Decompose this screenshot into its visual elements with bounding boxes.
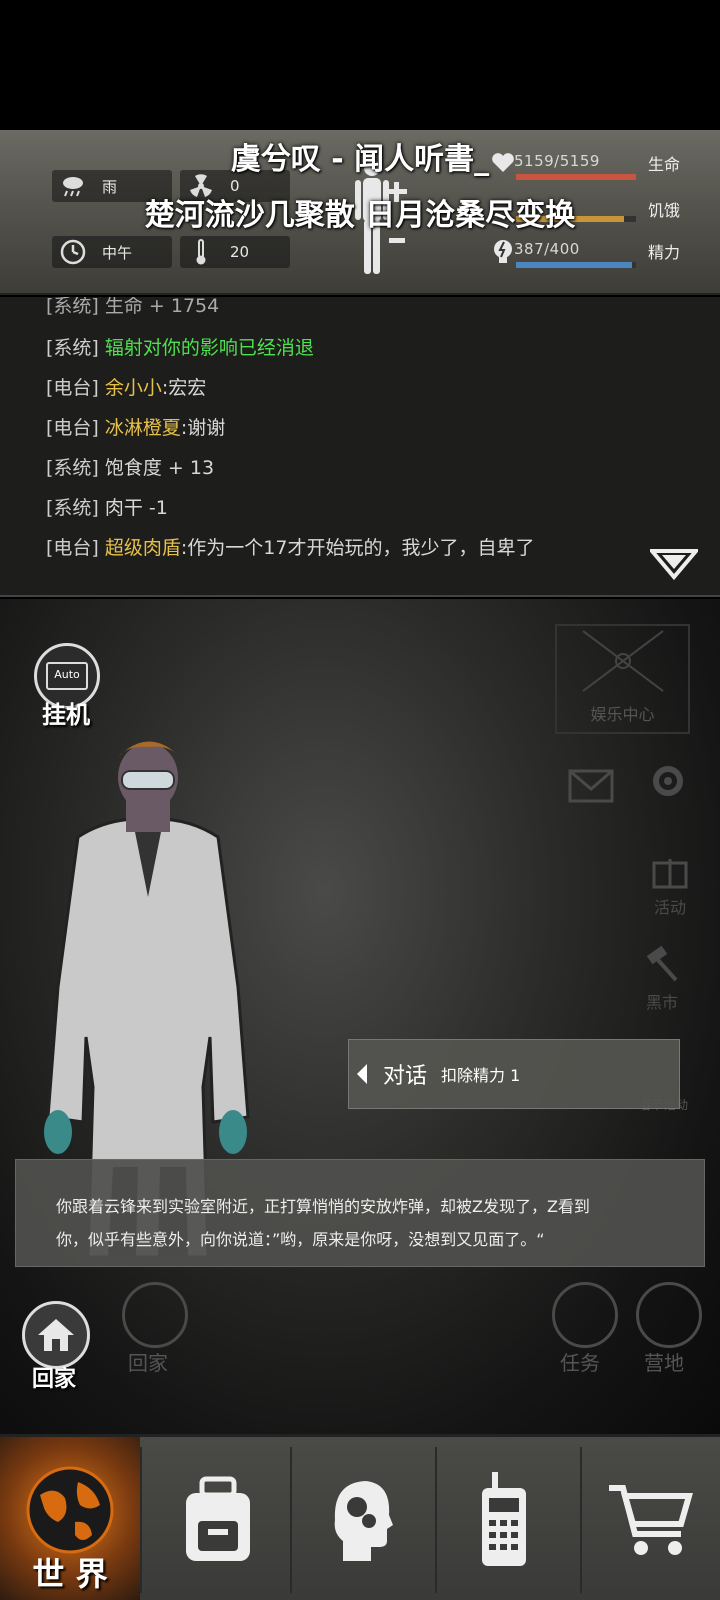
- nav-radio-tab[interactable]: [432, 1437, 576, 1600]
- log-message: 饱食度 + 13: [104, 457, 215, 479]
- black-market-label: 黑市: [645, 993, 678, 1012]
- gift-icon: [652, 859, 688, 889]
- log-line-partial: [系统] 生命 + 1754: [46, 297, 220, 317]
- heart-icon: [492, 153, 514, 172]
- health-text: 5159/5159: [514, 152, 600, 170]
- energy-label: 精力: [648, 243, 681, 262]
- mail-icon[interactable]: [568, 769, 614, 803]
- dialog-option-label: 对话: [383, 1064, 428, 1089]
- nav-world-tab[interactable]: 世 界: [0, 1437, 140, 1600]
- camp-button[interactable]: [636, 1282, 702, 1348]
- log-message: :作为一个17才开始玩的，我少了，自卑了: [180, 537, 535, 559]
- entertainment-label: 娱乐中心: [590, 705, 655, 724]
- log-tag: [系统]: [46, 457, 99, 479]
- camp-label: 营地: [644, 1351, 684, 1375]
- rain-cloud-icon: [58, 171, 88, 201]
- energy-bar: 387/400 精力: [490, 236, 720, 268]
- temperature-stat: 20: [180, 236, 290, 268]
- log-message: :宏宏: [161, 377, 207, 399]
- log-tag: [电台]: [46, 417, 99, 439]
- log-tag: [系统]: [46, 497, 99, 519]
- log-line: [电台] 冰淋橙夏:谢谢: [46, 413, 225, 440]
- entertainment-center-button[interactable]: 娱乐中心: [555, 624, 690, 734]
- message-log[interactable]: [系统] 生命 + 1754 [系统] 辐射对你的影响已经消退 [电台] 余小小:…: [0, 297, 720, 597]
- log-tag: [电台]: [46, 537, 99, 559]
- health-label: 生命: [648, 155, 681, 174]
- bottom-navigation: 世 界: [0, 1434, 720, 1600]
- hunger-bar: 饥饿: [490, 194, 720, 226]
- log-sender-name[interactable]: 余小小: [105, 377, 162, 399]
- radiation-icon: [186, 171, 216, 201]
- nav-backpack-tab[interactable]: [146, 1437, 290, 1600]
- hammer-icon: [646, 945, 678, 982]
- shop-cart-icon: [609, 1485, 693, 1555]
- energy-text: 387/400: [514, 240, 580, 258]
- home-ghost-label: 回家: [128, 1351, 168, 1375]
- hunger-label: 饥饿: [648, 201, 681, 220]
- auto-label: Auto: [46, 662, 88, 690]
- log-tag: [系统]: [46, 337, 99, 359]
- go-home-button[interactable]: [22, 1301, 90, 1369]
- activity-button[interactable]: 活动: [640, 849, 700, 918]
- story-line-2: 你，似乎有些意外，向你说道：”哟，原来是你呀，没想到又见面了。“: [56, 1230, 545, 1249]
- health-fill: [516, 174, 636, 180]
- house-icon: [38, 1319, 74, 1351]
- time-stat: 中午: [52, 236, 172, 268]
- temperature-value: 20: [230, 243, 250, 261]
- idle-label: 挂机: [42, 701, 90, 729]
- log-line: [系统] 饱食度 + 13: [46, 453, 214, 480]
- status-panel: 雨 0 中午 20 5159/5159 生命 饥饿 387/400 精力 虞兮叹…: [0, 130, 720, 295]
- dialog-option-talk[interactable]: 对话 扣除精力 1: [348, 1039, 680, 1109]
- story-line-1: 你跟着云锋来到实验室附近，正打算悄悄的安放炸弹，却被Z发现了，Z看到: [56, 1197, 590, 1216]
- radiation-stat: 0: [180, 170, 290, 202]
- scroll-down-arrow-icon[interactable]: [650, 547, 698, 581]
- log-line: [电台] 超级肉盾:作为一个17才开始玩的，我少了，自卑了: [46, 533, 534, 560]
- thermometer-icon: [186, 237, 216, 267]
- black-market-button[interactable]: 黑市: [632, 944, 692, 1013]
- skills-head-icon: [334, 1481, 393, 1561]
- time-value: 中午: [102, 243, 133, 262]
- radio-icon: [482, 1472, 526, 1566]
- log-sender-name[interactable]: 超级肉盾: [105, 537, 181, 559]
- log-message: :谢谢: [180, 417, 226, 439]
- radiation-value: 0: [230, 177, 240, 195]
- triangle-left-icon: [357, 1064, 367, 1084]
- clock-icon: [58, 237, 88, 267]
- backpack-icon: [186, 1476, 250, 1561]
- settings-gear-icon[interactable]: [646, 759, 690, 803]
- activity-label: 活动: [653, 898, 686, 917]
- plus-minus-icon: [386, 182, 407, 243]
- energy-head-icon: [494, 240, 512, 263]
- task-label: 任务: [560, 1351, 600, 1375]
- task-button[interactable]: [552, 1282, 618, 1348]
- log-tag: [电台]: [46, 377, 99, 399]
- log-message: 肉干 -1: [104, 497, 168, 519]
- nav-skills-tab[interactable]: [288, 1437, 432, 1600]
- home-ghost-button: [122, 1282, 188, 1348]
- log-message: 辐射对你的影响已经消退: [104, 337, 314, 359]
- energy-fill: [516, 262, 633, 268]
- globe-icon: [26, 1466, 114, 1554]
- story-text-box: 你跟着云锋来到实验室附近，正打算悄悄的安放炸弹，却被Z发现了，Z看到 你，似乎有…: [15, 1159, 705, 1267]
- nav-shop-tab[interactable]: [578, 1437, 720, 1600]
- log-sender-name[interactable]: 冰淋橙夏: [105, 417, 181, 439]
- hunger-fill: [516, 216, 624, 222]
- log-line: [系统] 肉干 -1: [46, 493, 168, 520]
- go-home-label: 回家: [32, 1367, 77, 1392]
- log-line: [系统] 辐射对你的影响已经消退: [46, 333, 314, 360]
- weather-value: 雨: [102, 177, 118, 196]
- health-bar: 5159/5159 生命: [490, 148, 720, 180]
- dialog-option-cost: 扣除精力 1: [441, 1066, 521, 1085]
- weather-stat: 雨: [52, 170, 172, 202]
- game-scene: 娱乐中心 活动 黑市 春节活动 Auto 挂机 对话 扣除精力 1 你跟着云锋来…: [0, 599, 720, 1434]
- log-line: [电台] 余小小:宏宏: [46, 373, 206, 400]
- nav-world-label: 世 界: [32, 1555, 108, 1593]
